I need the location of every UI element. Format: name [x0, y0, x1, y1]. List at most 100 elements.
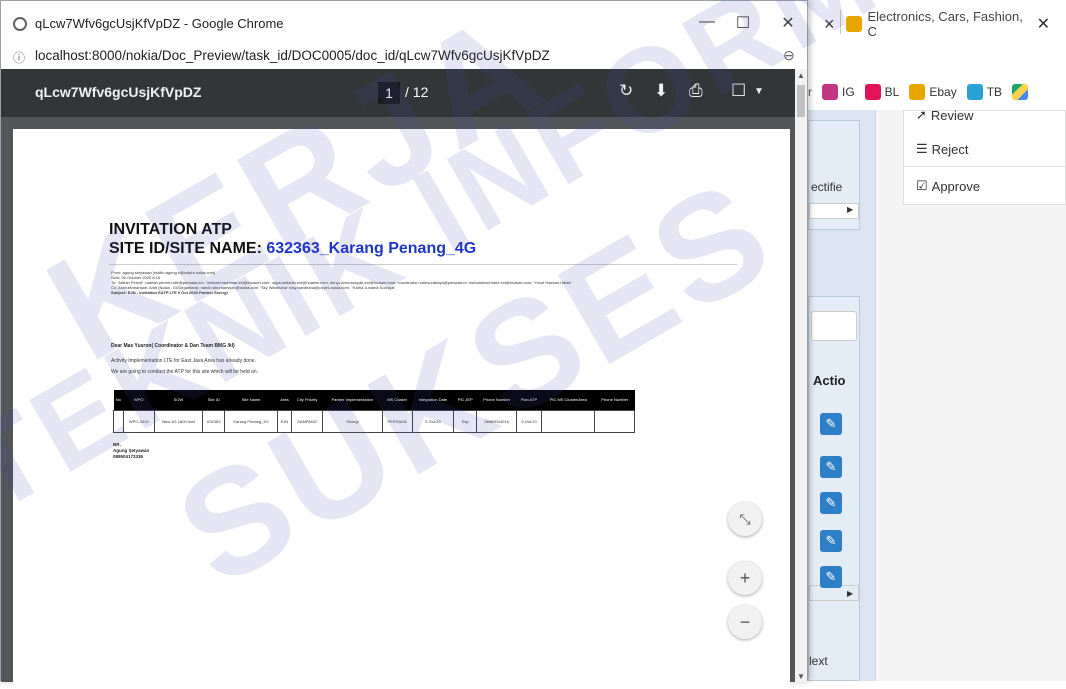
shopping-bag-icon	[909, 84, 926, 100]
edit-button[interactable]: ✎	[820, 456, 842, 478]
bookmark-label: IG	[842, 85, 855, 99]
table-cell	[113, 409, 124, 433]
url-text[interactable]: localhost:8000/nokia/Doc_Preview/task_id…	[35, 48, 550, 63]
table-header-cell: City Priority	[291, 390, 323, 410]
search-input[interactable]	[811, 311, 857, 341]
rectifie-label: ectifie	[811, 180, 843, 194]
close-tab-icon[interactable]: ×	[824, 14, 835, 35]
bookmark-tb[interactable]: TB	[966, 84, 1003, 100]
table-cell: 08989004016	[476, 409, 517, 433]
site-heading: SITE ID/SITE NAME: 632363_Karang Penang_…	[109, 240, 476, 258]
download-icon[interactable]: ⬇	[654, 81, 668, 101]
edit-button[interactable]: ✎	[820, 413, 842, 435]
table-cell: EJN	[276, 409, 293, 433]
table-cell: 2-Oct-20	[411, 409, 455, 433]
edit-button[interactable]: ✎	[820, 530, 842, 552]
title-bar: qLcw7Wfv6gcUsjKfVpDZ - Google Chrome — ☐…	[1, 1, 807, 47]
bookmark-label: TB	[986, 85, 1003, 99]
table-header-cell: Site ID	[202, 390, 225, 410]
print-icon[interactable]: ⎙	[689, 81, 703, 101]
fit-page-button[interactable]: ⤡	[728, 502, 762, 536]
background-panel: ectifie ▶	[808, 120, 860, 230]
zoom-in-button[interactable]: +	[728, 561, 762, 595]
greeting: Dear Mas Yusron( Coordinator & Dan Team …	[111, 343, 235, 349]
menu-reject[interactable]: ☰ Reject	[916, 141, 969, 157]
table-header-cell: Phone Number	[594, 390, 635, 410]
table-header-row: No WPO SOW Site ID Site Name Area City Priorit…	[113, 390, 635, 410]
info-icon[interactable]: ⓘ	[13, 49, 25, 66]
close-button[interactable]: ✕	[773, 13, 803, 33]
table-header-cell: Plan ATP	[516, 390, 542, 410]
scroll-thumb[interactable]	[797, 85, 805, 117]
table-cell: 632363	[202, 409, 226, 433]
action-column-header: Actio	[813, 373, 846, 388]
site-name: 632363_Karang Penang_4G	[266, 240, 477, 257]
paragraph: Activity Implementation LTE for East Jav…	[111, 358, 256, 364]
zoom-out-button[interactable]: −	[728, 605, 762, 639]
shopping-bag-icon	[846, 16, 862, 32]
menu-divider	[904, 166, 1065, 167]
close-tab-icon[interactable]: ✕	[1037, 14, 1050, 34]
document-title: qLcw7Wfv6gcUsjKfVpDZ	[35, 84, 202, 100]
bookmark-label: Ebay	[929, 85, 957, 99]
edit-button[interactable]: ✎	[820, 492, 842, 514]
table-header-cell: Site Name	[224, 390, 278, 410]
table-cell	[594, 409, 635, 433]
edit-icon: ✎	[825, 533, 837, 548]
menu-approve[interactable]: ☑ Approve	[916, 178, 980, 194]
plus-icon: +	[739, 567, 751, 588]
arrow-right-icon[interactable]: ▶	[847, 205, 853, 214]
table-cell: Karang Penang_4G	[224, 409, 278, 433]
table-header-cell: WPO	[123, 390, 155, 410]
next-link[interactable]: lext	[809, 654, 828, 668]
tab-divider	[840, 10, 841, 34]
background-panel: Actio ▶ lext	[808, 296, 860, 681]
chrome-icon	[13, 17, 27, 31]
background-tab[interactable]: Electronics, Cars, Fashion, C ✕	[846, 9, 1050, 39]
window-title: qLcw7Wfv6gcUsjKfVpDZ - Google Chrome	[35, 16, 284, 31]
edit-icon: ✎	[825, 416, 837, 431]
google-drive-icon[interactable]	[1012, 84, 1029, 100]
zoom-icon[interactable]: ⊖	[783, 47, 795, 64]
table-cell: PERSADA	[381, 409, 413, 433]
fit-page-icon: ⤡	[739, 510, 751, 527]
check-icon: ☑	[916, 178, 928, 193]
chevron-down-icon[interactable]: ▼	[754, 86, 764, 97]
edit-button[interactable]: ✎	[820, 566, 842, 588]
scroll-up-icon[interactable]: ▲	[797, 71, 805, 80]
table-header-cell: Integration Date	[412, 390, 454, 410]
address-bar[interactable]: ⓘ localhost:8000/nokia/Doc_Preview/task_…	[1, 47, 807, 67]
bookmark-bl[interactable]: BL	[864, 84, 899, 100]
menu-label: Review	[930, 107, 974, 123]
table-cell: 9-Oct-20	[515, 409, 543, 433]
scroll-down-icon[interactable]: ▼	[797, 672, 805, 681]
drive-icon	[1012, 84, 1029, 100]
table-cell: WPO-0019	[122, 409, 155, 433]
pdf-popup-window: qLcw7Wfv6gcUsjKfVpDZ - Google Chrome — ☐…	[0, 0, 808, 689]
table-header-cell: Partner Implementation	[322, 390, 382, 410]
bukalapak-icon	[864, 84, 881, 100]
invitation-heading: INVITATION ATP	[109, 221, 232, 238]
table-header-cell: PIC ATP	[453, 390, 477, 410]
pdf-scrollbar[interactable]: ▲ ▼	[795, 69, 807, 682]
minus-icon: −	[739, 611, 751, 632]
menu-review[interactable]: ➚ Review	[916, 107, 974, 123]
list-icon: ☰	[916, 141, 928, 156]
review-icon: ➚	[916, 107, 927, 122]
bookmark-overflow[interactable]: r	[808, 85, 812, 99]
edit-icon: ✎	[825, 459, 837, 474]
bookmark-ig[interactable]: IG	[822, 84, 855, 100]
rotate-icon[interactable]: ↻	[619, 81, 633, 101]
page-number-input[interactable]: 1	[378, 82, 400, 104]
minimize-button[interactable]: —	[692, 13, 722, 31]
bookmark-icon[interactable]: ☐	[731, 81, 746, 101]
table-header-cell: PIC MS Cluster/Area	[541, 390, 595, 410]
table-header-cell: Phone Number	[476, 390, 517, 410]
maximize-button[interactable]: ☐	[728, 13, 758, 33]
edit-icon: ✎	[825, 569, 837, 584]
instagram-icon	[822, 84, 838, 100]
page-total: / 12	[405, 84, 429, 100]
bookmark-ebay[interactable]: Ebay	[909, 84, 957, 100]
bookmarks-bar: r IG BL Ebay TB	[796, 74, 1066, 110]
table-row: WPO-0019 New 4G 1800 Add 632363 Karang Pena…	[113, 409, 635, 433]
